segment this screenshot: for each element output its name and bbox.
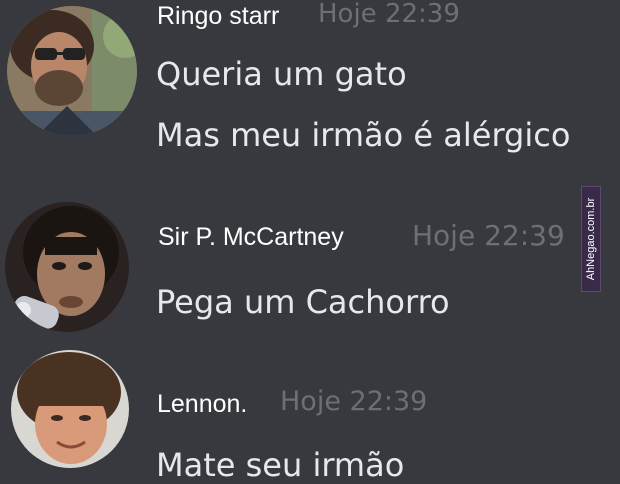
chat-message-list: Ringo starr Hoje 22:39 Queria um gato Ma… bbox=[0, 0, 620, 484]
message-timestamp: Hoje 22:39 bbox=[412, 219, 565, 252]
message-timestamp: Hoje 22:39 bbox=[280, 386, 428, 417]
message-text: Pega um Cachorro bbox=[156, 283, 450, 321]
author-name[interactable]: Ringo starr bbox=[157, 2, 279, 31]
author-name[interactable]: Sir P. McCartney bbox=[158, 223, 344, 252]
message-text: Mate seu irmão bbox=[156, 446, 405, 484]
watermark-text: AhNegao.com.br bbox=[585, 197, 597, 281]
lennon-avatar-icon bbox=[11, 350, 129, 468]
message-timestamp: Hoje 22:39 bbox=[318, 0, 460, 29]
message-text: Mas meu irmão é alérgico bbox=[156, 116, 571, 154]
avatar-ringo[interactable] bbox=[7, 6, 137, 136]
message-lennon: Lennon. Hoje 22:39 Mate seu irmão bbox=[0, 345, 620, 484]
site-watermark: AhNegao.com.br bbox=[581, 186, 601, 292]
paul-avatar-icon bbox=[5, 202, 129, 332]
ringo-avatar-icon bbox=[7, 6, 137, 136]
avatar-mccartney[interactable] bbox=[5, 202, 129, 332]
message-ringo: Ringo starr Hoje 22:39 Queria um gato Ma… bbox=[0, 0, 620, 175]
message-mccartney: Sir P. McCartney Hoje 22:39 Pega um Cach… bbox=[0, 195, 620, 340]
author-name[interactable]: Lennon. bbox=[157, 390, 247, 419]
avatar-lennon[interactable] bbox=[11, 350, 129, 468]
message-text: Queria um gato bbox=[156, 55, 407, 93]
